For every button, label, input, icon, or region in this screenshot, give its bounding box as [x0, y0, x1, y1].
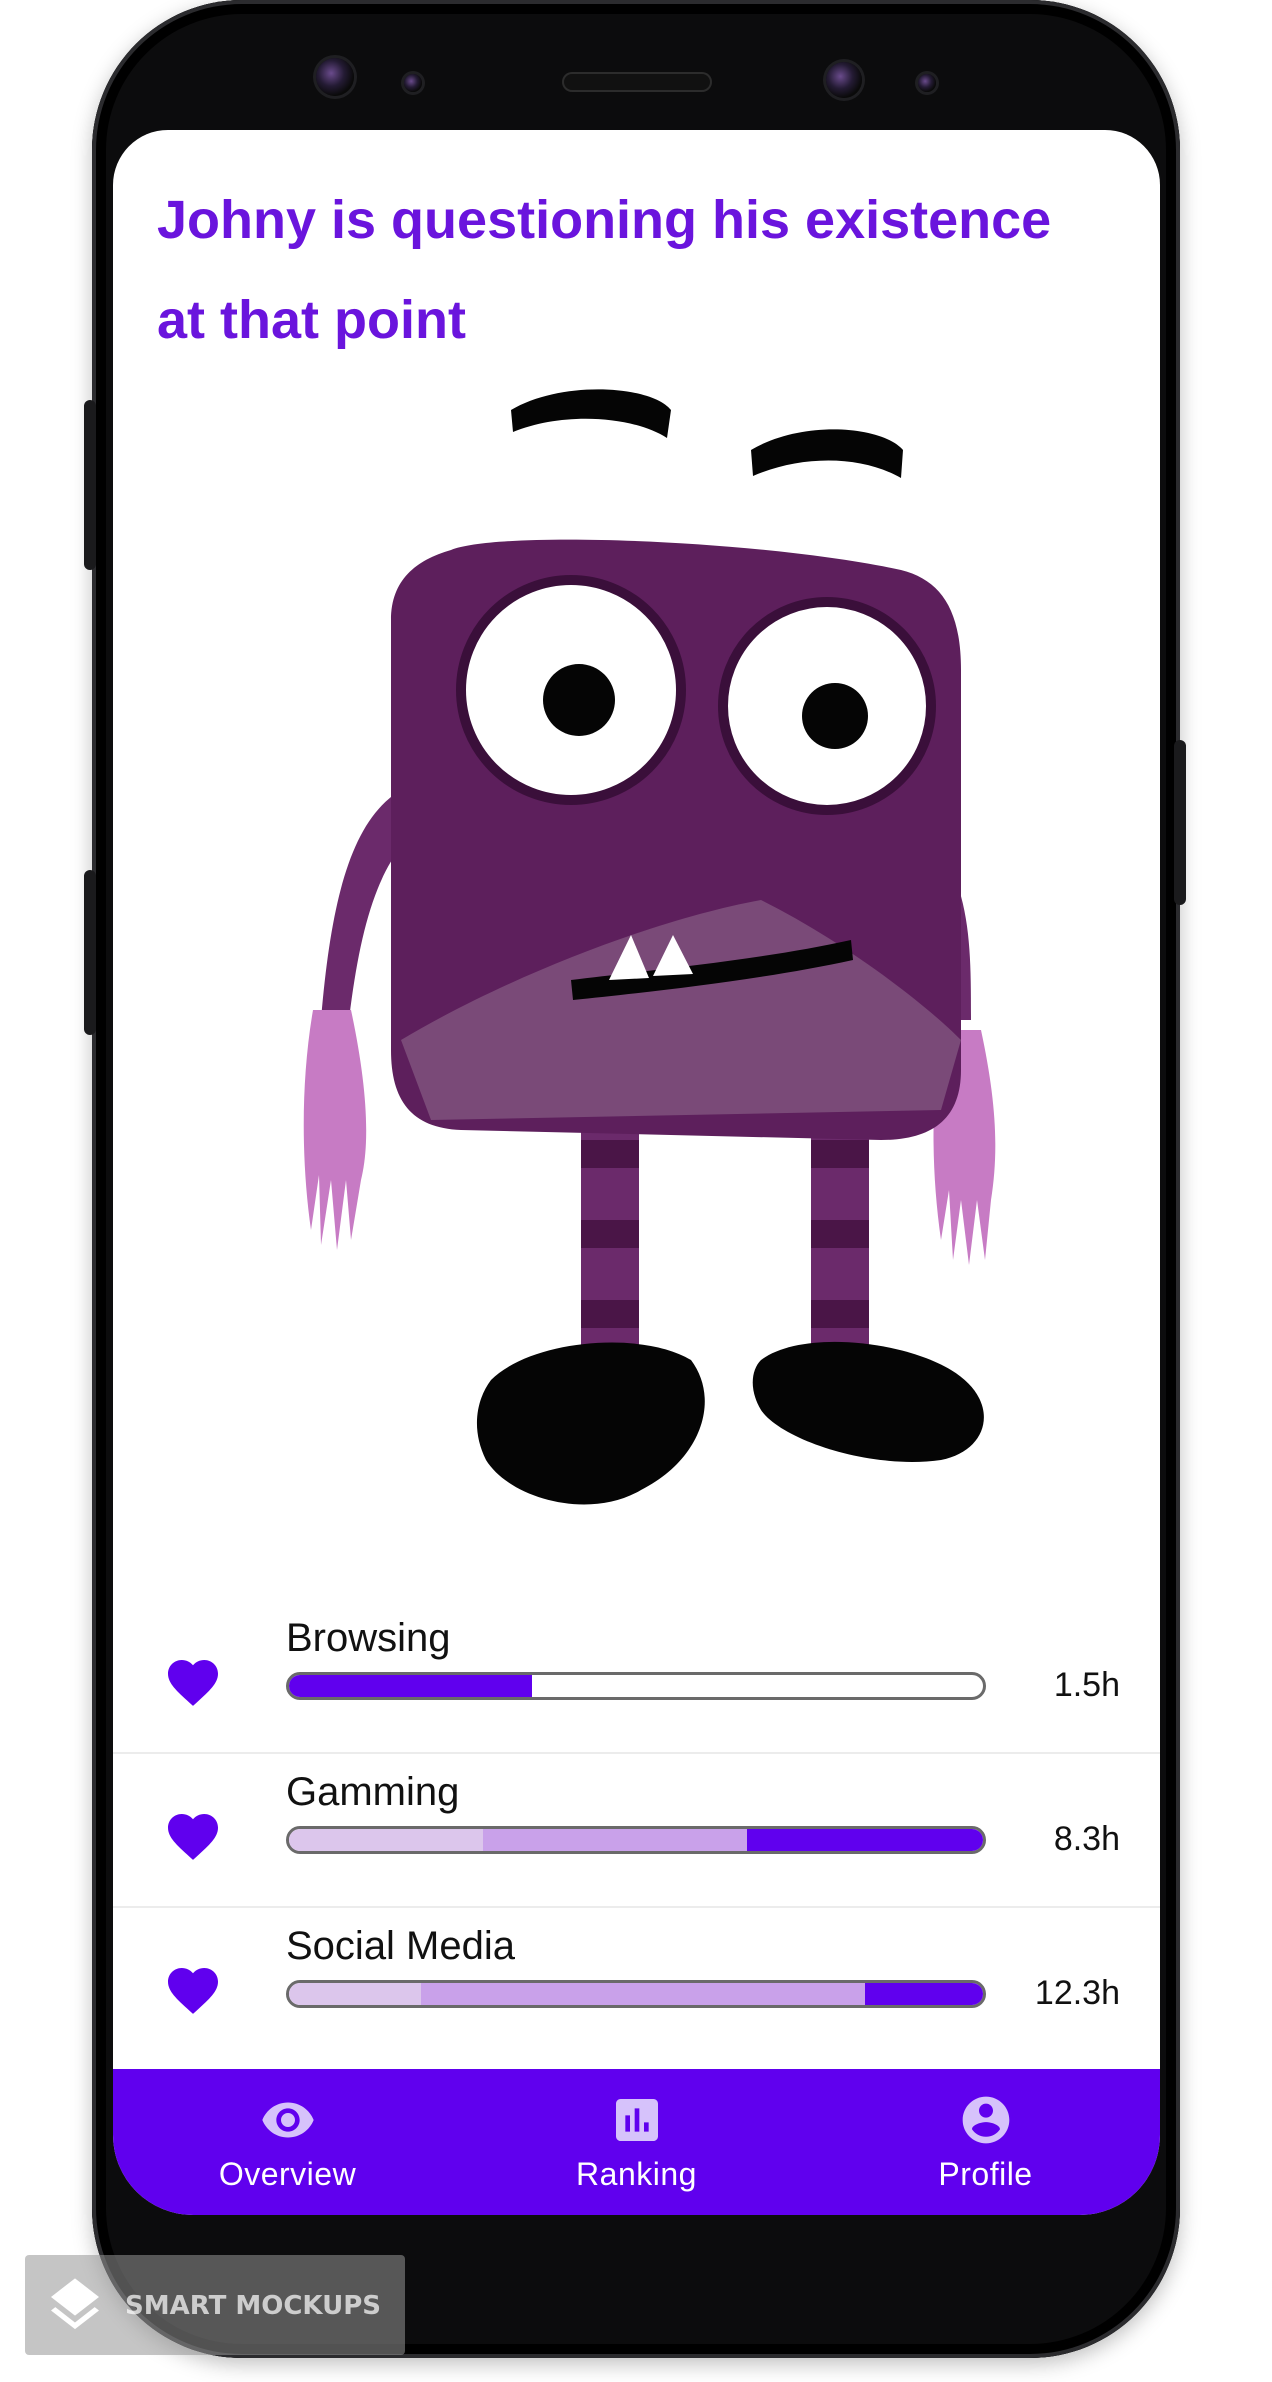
heart-icon — [168, 1968, 218, 2014]
layers-icon — [51, 2278, 99, 2330]
activity-progress-bar — [286, 1980, 986, 2008]
nav-label-ranking: Ranking — [576, 2155, 697, 2192]
watermark-text: SMART MOCKUPS — [125, 2291, 382, 2321]
progress-segment — [747, 1829, 983, 1851]
activity-hours: 1.5h — [1053, 1666, 1120, 1704]
monster-illustration — [303, 389, 996, 1505]
phone-top-bar — [92, 0, 1180, 130]
iris-camera-icon — [826, 62, 862, 98]
left-foot — [476, 1342, 705, 1505]
progress-segment — [865, 1983, 983, 2005]
power-button — [1174, 740, 1186, 905]
progress-segment — [289, 1675, 532, 1697]
left-eyebrow — [511, 389, 671, 438]
nav-label-profile: Profile — [938, 2155, 1033, 2192]
left-hand — [303, 1010, 367, 1250]
activity-progress-bar — [286, 1672, 986, 1700]
page-title: Johny is questioning his existence at th… — [157, 190, 1052, 350]
front-camera-icon — [316, 58, 354, 96]
nav-item-profile[interactable]: Profile — [836, 2092, 1136, 2193]
activity-row[interactable]: Gamming 8.3h — [113, 1754, 1160, 1908]
nav-item-overview[interactable]: Overview — [138, 2092, 438, 2193]
right-eyebrow — [751, 429, 903, 478]
activity-progress-bar — [286, 1826, 986, 1854]
volume-down-button — [84, 870, 96, 1035]
progress-segment — [483, 1829, 748, 1851]
account-circle-icon — [962, 2096, 1009, 2143]
right-foot — [752, 1341, 984, 1462]
activity-label: Browsing — [286, 1616, 451, 1660]
watermark-badge: SMART MOCKUPS — [25, 2255, 405, 2355]
activity-label: Social Media — [286, 1924, 516, 1968]
proximity-sensor-icon — [404, 74, 422, 92]
app-screen: Johny is questioning his existence at th… — [113, 130, 1160, 2215]
activity-list: Browsing 1.5h Gamming 8.3h Social Media … — [113, 1600, 1160, 2060]
progress-segment — [289, 1829, 484, 1851]
eye-icon — [261, 2102, 314, 2137]
bottom-navigation: Overview Ranking Profile — [113, 2069, 1160, 2215]
left-pupil — [543, 664, 615, 736]
nav-item-ranking[interactable]: Ranking — [487, 2092, 787, 2193]
volume-up-button — [84, 400, 96, 570]
activity-row[interactable]: Browsing 1.5h — [113, 1600, 1160, 1754]
earpiece-speaker — [562, 72, 712, 92]
activity-hours: 8.3h — [1053, 1820, 1120, 1858]
heart-icon — [168, 1814, 218, 1860]
bar-chart-icon — [615, 2098, 658, 2141]
activity-row[interactable]: Social Media 12.3h — [113, 1908, 1160, 2060]
sensor-icon — [918, 74, 936, 92]
heart-icon — [168, 1660, 218, 1706]
activity-hours: 12.3h — [1034, 1974, 1120, 2012]
progress-segment — [420, 1983, 866, 2005]
progress-segment — [289, 1983, 421, 2005]
right-pupil — [802, 683, 868, 749]
activity-label: Gamming — [286, 1770, 460, 1814]
nav-label-overview: Overview — [218, 2155, 357, 2192]
